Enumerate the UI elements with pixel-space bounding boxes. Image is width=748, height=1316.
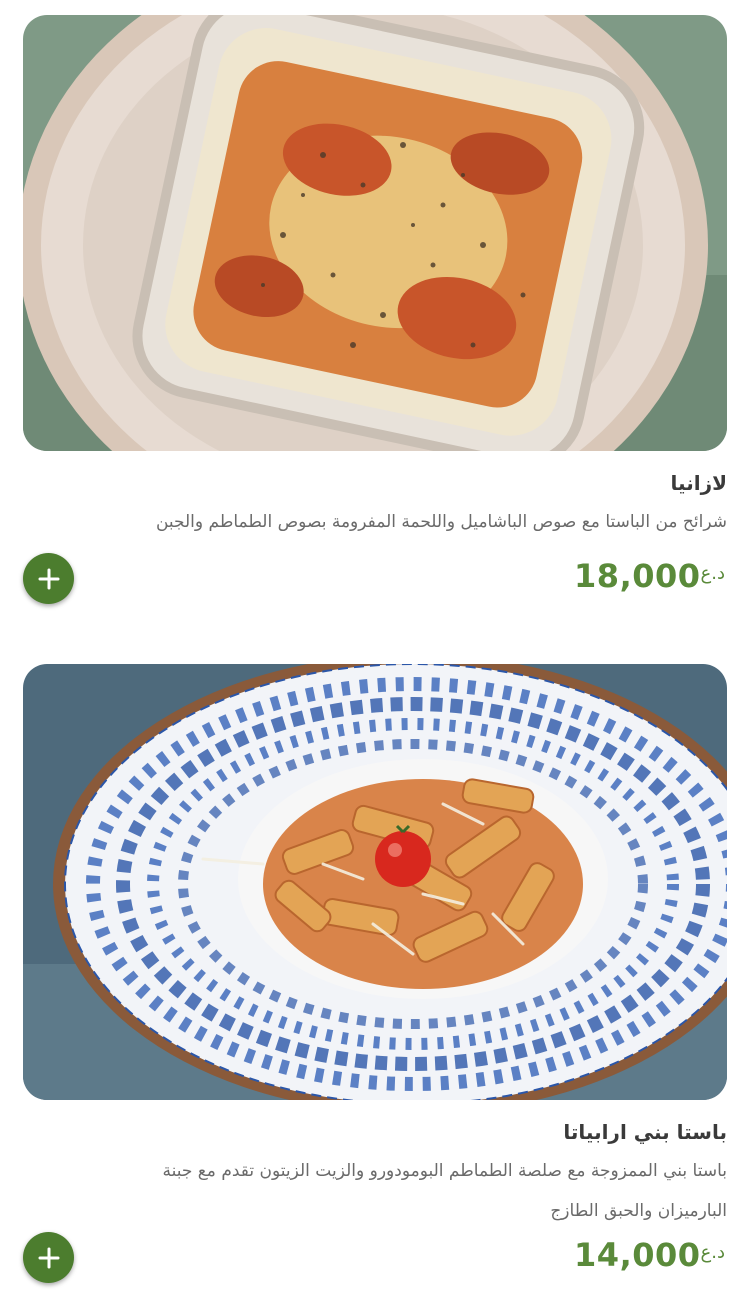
item-description: شرائح من الباستا مع صوص الباشاميل واللحم… <box>155 512 727 532</box>
item-footer: 14,000 د.ع <box>23 1232 727 1288</box>
menu-page: لازانيا شرائح من الباستا مع صوص الباشامي… <box>0 0 748 1316</box>
item-price: 18,000 د.ع <box>574 557 727 595</box>
item-title: باستا بني ارابياتا <box>563 1120 727 1144</box>
add-to-cart-button[interactable] <box>23 1232 74 1283</box>
add-to-cart-button[interactable] <box>23 553 74 604</box>
plus-icon <box>38 1247 59 1268</box>
price-amount: 14,000 <box>574 1236 701 1274</box>
menu-item-card[interactable]: لازانيا شرائح من الباستا مع صوص الباشامي… <box>23 15 727 609</box>
plus-icon <box>38 568 59 589</box>
price-currency: د.ع <box>700 1242 725 1263</box>
item-description-line2: البارميزان والحبق الطازج <box>550 1201 727 1221</box>
penne-arrabbiata-photo[interactable] <box>23 664 727 1100</box>
lasagna-photo[interactable] <box>23 15 727 451</box>
item-title: لازانيا <box>670 471 727 495</box>
item-footer: 18,000 د.ع <box>23 553 727 609</box>
menu-item-card[interactable]: باستا بني ارابياتا باستا بني الممزوجة مع… <box>23 664 727 1288</box>
item-price: 14,000 د.ع <box>574 1236 727 1274</box>
price-currency: د.ع <box>700 563 725 584</box>
price-amount: 18,000 <box>574 557 701 595</box>
item-description: باستا بني الممزوجة مع صلصة الطماطم البوم… <box>162 1161 727 1181</box>
